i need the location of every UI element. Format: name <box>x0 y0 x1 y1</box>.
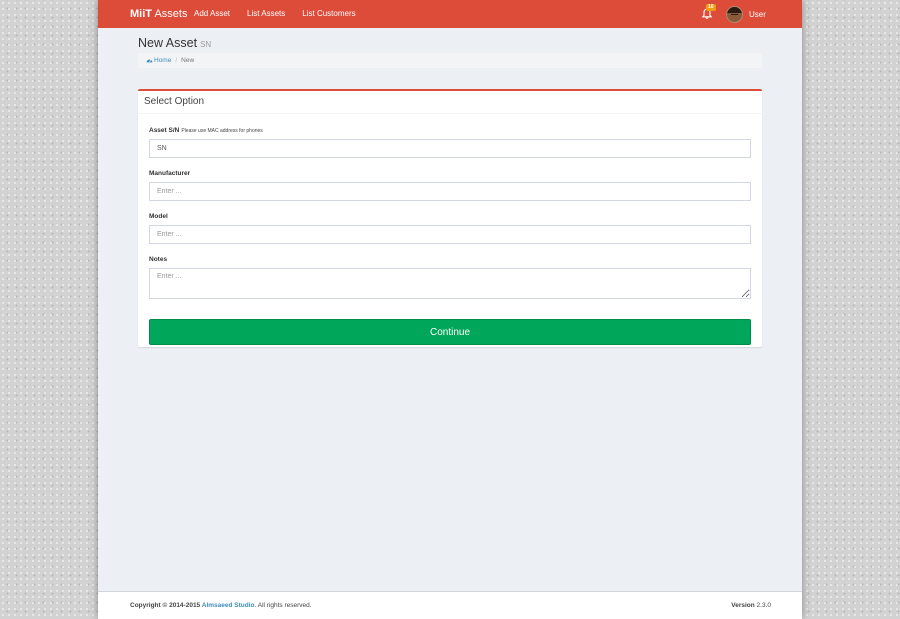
breadcrumb-current: New <box>181 57 195 64</box>
model-group: Model <box>149 213 751 244</box>
nav-list-customers[interactable]: List Customers <box>302 0 355 28</box>
page-title: New Asset SN <box>138 36 762 50</box>
nav-list-assets[interactable]: List Assets <box>247 0 285 28</box>
breadcrumb-separator: / <box>175 57 178 64</box>
nav-links: Add Asset List Assets List Customers <box>194 0 373 28</box>
continue-button[interactable]: Continue <box>149 319 751 345</box>
brand-logo[interactable]: MiiT Assets <box>130 0 187 28</box>
footer-copyright: Copyright © 2014-2015 Almsaeed Studio. A… <box>130 592 312 619</box>
brand-bold: MiiT <box>130 8 152 20</box>
page-title-text: New Asset <box>138 36 198 50</box>
user-name: User <box>749 9 766 19</box>
breadcrumb: Home / New <box>138 53 762 68</box>
user-menu[interactable]: User <box>726 5 766 23</box>
model-label: Model <box>149 213 168 220</box>
version-label: Version <box>731 602 755 609</box>
brand-rest: Assets <box>152 8 188 20</box>
manufacturer-group: Manufacturer <box>149 170 751 201</box>
notes-group: Notes <box>149 256 751 299</box>
app-wrapper: MiiT Assets Add Asset List Assets List C… <box>98 0 802 619</box>
footer-version: Version 2.3.0 <box>731 592 771 619</box>
nav-add-asset[interactable]: Add Asset <box>194 0 230 28</box>
notes-label: Notes <box>149 256 168 263</box>
top-navbar: MiiT Assets Add Asset List Assets List C… <box>98 0 802 28</box>
asset-form: Asset S/N Please use MAC address for phon… <box>149 127 751 345</box>
sn-label-text: Asset S/N <box>149 127 180 134</box>
breadcrumb-home-label: Home <box>154 57 172 64</box>
content-header: New Asset SN <box>138 36 762 50</box>
box-title: Select Option <box>138 91 762 114</box>
model-input[interactable] <box>149 225 751 244</box>
page-subtitle: SN <box>200 40 212 49</box>
sn-hint: Please use MAC address for phones <box>181 128 263 134</box>
notes-textarea[interactable] <box>149 268 751 299</box>
version-value: 2.3.0 <box>754 602 771 609</box>
select-option-box: Select Option Asset S/N Please use MAC ad… <box>138 89 762 347</box>
footer-company-link[interactable]: Almsaeed Studio <box>202 602 255 609</box>
sn-group: Asset S/N Please use MAC address for phon… <box>149 127 751 158</box>
notification-badge: 10 <box>706 4 716 11</box>
manufacturer-input[interactable] <box>149 182 751 201</box>
copyright-prefix: Copyright © 2014-2015 <box>130 602 202 609</box>
breadcrumb-home[interactable]: Home <box>146 57 171 64</box>
copyright-suffix: . All rights reserved. <box>254 602 312 609</box>
footer: Copyright © 2014-2015 Almsaeed Studio. A… <box>98 591 802 619</box>
manufacturer-label: Manufacturer <box>149 170 191 177</box>
dashboard-icon <box>146 59 153 63</box>
sn-input[interactable] <box>149 139 751 158</box>
sn-label: Asset S/N Please use MAC address for phon… <box>149 127 751 134</box>
avatar <box>726 5 743 23</box>
